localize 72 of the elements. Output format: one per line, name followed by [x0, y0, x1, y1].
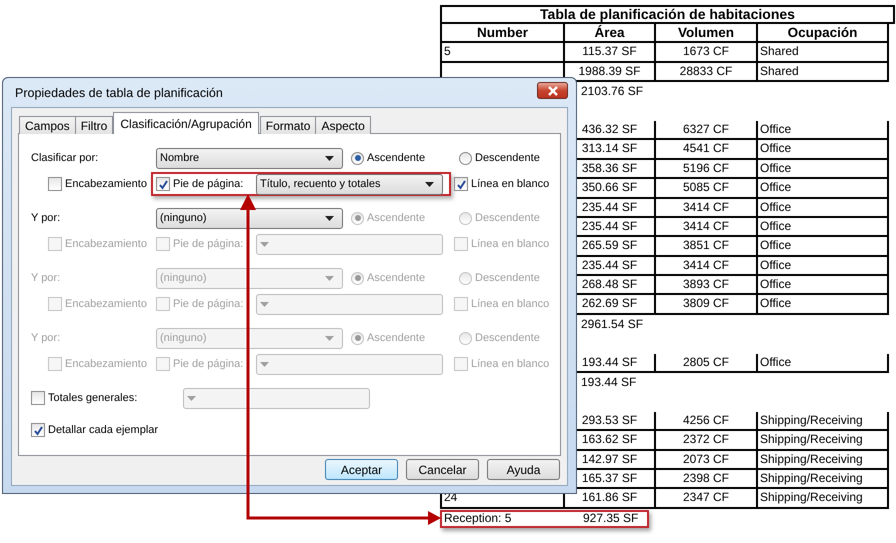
- caret-icon: [325, 276, 334, 280]
- column-header: Ocupación: [756, 24, 889, 44]
- footer-dropdown[interactable]: [256, 234, 443, 254]
- sort-order-radio[interactable]: Descendente: [459, 152, 540, 164]
- caret-icon: [187, 396, 196, 400]
- sort-label: Y por:: [31, 272, 62, 284]
- table-cell: Office: [756, 160, 889, 180]
- caret-icon: [260, 242, 269, 246]
- table-cell: 2073 CF: [654, 450, 758, 470]
- table-cell: Shipping/Receiving: [756, 412, 889, 432]
- checkmark-icon: [158, 178, 168, 190]
- itemize-checkbox[interactable]: Detallar cada ejemplar: [31, 423, 158, 437]
- group-footer-label: Reception: 5: [444, 511, 512, 526]
- group-total: 2961.54 SF: [581, 317, 644, 332]
- table-cell: Office: [756, 179, 889, 199]
- column-header: Área: [563, 24, 656, 44]
- table-cell: 5196 CF: [654, 160, 758, 180]
- table-cell: Office: [756, 354, 889, 374]
- table-cell: Shared: [756, 62, 889, 82]
- close-button[interactable]: [537, 82, 568, 99]
- table-cell: Shipping/Receiving: [756, 450, 889, 470]
- close-icon: [546, 86, 558, 96]
- table-cell: Shared: [756, 43, 889, 63]
- sort-field-dropdown[interactable]: Nombre: [156, 148, 343, 168]
- caret-icon: [325, 216, 334, 220]
- checkmark-icon: [456, 178, 466, 190]
- column-header: Volumen: [654, 24, 758, 44]
- blank-line-checkbox[interactable]: Línea en blanco: [454, 177, 550, 191]
- dialog-button[interactable]: Cancelar: [406, 459, 479, 480]
- table-cell: Office: [756, 120, 889, 140]
- group-total: 2103.76 SF: [581, 84, 644, 98]
- schedule-title: Tabla de planificación de habitaciones: [440, 5, 895, 24]
- caret-icon: [325, 336, 334, 340]
- table-cell: 5: [440, 43, 565, 63]
- table-cell: Office: [756, 140, 889, 160]
- checkmark-icon: [32, 424, 44, 436]
- table-cell: Office: [756, 218, 889, 238]
- dialog-button[interactable]: Aceptar: [325, 459, 398, 480]
- table-cell: Office: [756, 198, 889, 218]
- group-total: 927.35 SF: [583, 511, 638, 526]
- tab[interactable]: Aspecto: [315, 116, 371, 134]
- caret-icon: [260, 362, 269, 366]
- tab[interactable]: Clasificación/Agrupación: [113, 112, 259, 134]
- caret-icon: [260, 302, 269, 306]
- grand-totals-dropdown[interactable]: [183, 388, 370, 408]
- caret-icon: [425, 182, 434, 186]
- footer-dropdown[interactable]: Título, recuento y totales: [256, 174, 443, 194]
- table-cell: Shipping/Receiving: [756, 489, 889, 509]
- group-total: 193.44 SF: [581, 375, 636, 390]
- window-title: Propiedades de tabla de planificación: [14, 86, 223, 100]
- table-cell: Office: [756, 295, 889, 315]
- footer-checkbox[interactable]: Pie de página:: [156, 177, 256, 191]
- caret-icon: [325, 156, 334, 160]
- dialog-button[interactable]: Ayuda: [487, 459, 560, 480]
- tab[interactable]: Campos: [19, 116, 76, 134]
- table-cell: Office: [756, 237, 889, 257]
- sort-label: Y por:: [31, 212, 62, 224]
- table-cell: Shipping/Receiving: [756, 431, 889, 451]
- table-cell: 3414 CF: [654, 256, 758, 276]
- header-checkbox[interactable]: Encabezamiento: [48, 177, 151, 191]
- tab[interactable]: Formato: [260, 116, 316, 134]
- table-cell: Shipping/Receiving: [756, 470, 889, 490]
- sort-order-radio[interactable]: Ascendente: [351, 152, 459, 164]
- tab[interactable]: Filtro: [74, 116, 114, 134]
- sort-label: Y por:: [31, 332, 62, 344]
- table-cell: Office: [756, 256, 889, 276]
- table-cell: 3414 CF: [654, 198, 758, 218]
- column-header: Number: [440, 24, 565, 44]
- sort-label: Clasificar por:: [31, 152, 100, 164]
- grand-totals-checkbox[interactable]: Totales generales:: [31, 391, 183, 405]
- table-cell: Office: [756, 276, 889, 296]
- sort-field-dropdown[interactable]: (ninguno): [156, 208, 343, 228]
